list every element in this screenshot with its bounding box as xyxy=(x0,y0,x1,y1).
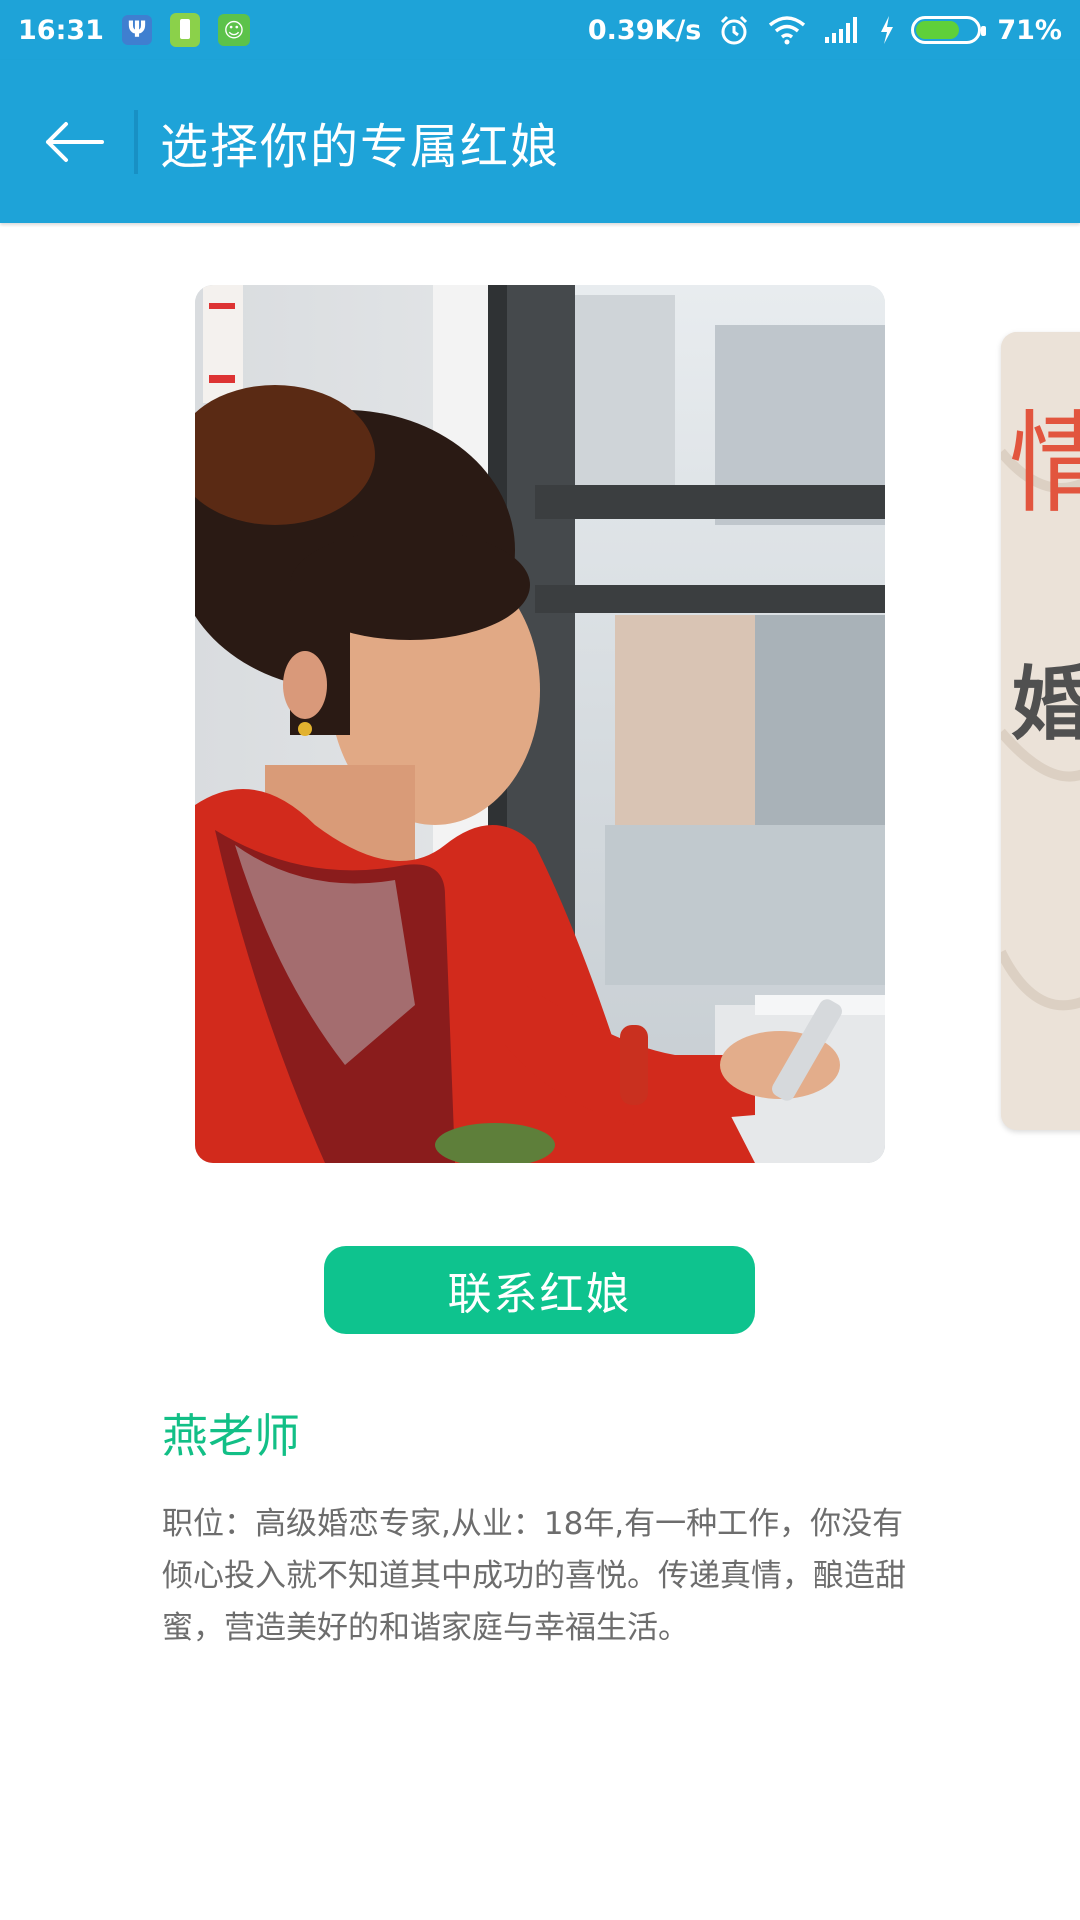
app-bar: 选择你的专属红娘 xyxy=(0,60,1080,223)
charging-icon xyxy=(879,15,895,45)
app-root: 16:31 Ψ ☺ 0.39K/s 71% 选择你的专属红娘 情 婚 联系红娘 … xyxy=(0,0,1080,1920)
usb-icon: Ψ xyxy=(121,15,152,45)
status-bar-right: 0.39K/s 71% xyxy=(588,13,1062,47)
alarm-icon xyxy=(717,13,751,47)
contact-matchmaker-button[interactable]: 联系红娘 xyxy=(324,1246,755,1334)
next-card-text-top: 情 xyxy=(1009,400,1080,528)
network-speed: 0.39K/s xyxy=(587,14,702,46)
wifi-icon xyxy=(767,14,807,46)
next-card-text-bottom: 婚 xyxy=(1011,658,1080,751)
next-matchmaker-card[interactable]: 情 婚 xyxy=(1001,332,1080,1130)
status-bar-left: 16:31 Ψ ☺ xyxy=(18,13,250,47)
battery-percent: 71% xyxy=(997,14,1062,46)
matchmaker-photo-card[interactable] xyxy=(195,285,885,1163)
back-button[interactable] xyxy=(14,60,134,223)
arrow-left-icon xyxy=(46,121,104,162)
battery-saver-app-icon xyxy=(169,13,200,47)
next-card-image: 情 婚 xyxy=(1001,332,1080,1130)
battery-icon xyxy=(911,16,987,44)
page-title: 选择你的专属红娘 xyxy=(160,118,561,175)
matchmaker-description: 职位：高级婚恋专家,从业：18年,有一种工作，你没有倾心投入就不知道其中成功的喜… xyxy=(162,1506,906,1646)
status-time: 16:31 xyxy=(18,14,104,46)
cat-app-icon: ☺ xyxy=(217,14,250,46)
signal-icon xyxy=(823,15,863,45)
matchmaker-photo xyxy=(195,285,885,1163)
title-divider xyxy=(134,109,138,174)
status-bar: 16:31 Ψ ☺ 0.39K/s 71% xyxy=(0,0,1080,60)
battery-level-fill xyxy=(916,21,959,39)
matchmaker-name: 燕老师 xyxy=(162,1409,300,1463)
